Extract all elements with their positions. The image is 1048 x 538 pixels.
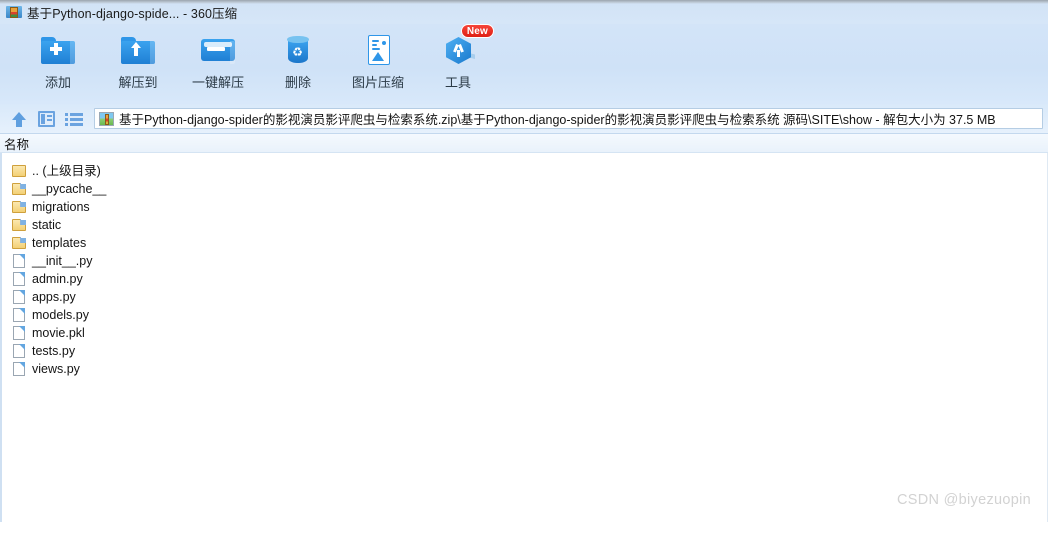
- address-input[interactable]: 基于Python-django-spider的影视演员影评爬虫与检索系统.zip…: [94, 108, 1043, 129]
- table-row[interactable]: tests.py: [2, 342, 1047, 360]
- file-icon: [12, 254, 27, 268]
- table-row[interactable]: admin.py: [2, 270, 1047, 288]
- file-name: templates: [32, 236, 87, 250]
- title-bar: 基于Python-django-spide... - 360压缩: [0, 0, 1048, 24]
- table-row[interactable]: migrations: [2, 198, 1047, 216]
- folder-icon: [12, 182, 27, 196]
- folder-add-icon: [39, 32, 77, 70]
- file-name: apps.py: [32, 290, 76, 304]
- archive-icon: [6, 4, 22, 20]
- column-header: 名称: [0, 133, 1048, 153]
- toolbar-button-tools[interactable]: New 工具: [418, 24, 498, 100]
- file-name: models.py: [32, 308, 89, 322]
- folder-icon: [12, 218, 27, 232]
- file-name: views.py: [32, 362, 80, 376]
- trash-icon: ♻: [279, 32, 317, 70]
- table-row[interactable]: movie.pkl: [2, 324, 1047, 342]
- folder-extract-icon: [119, 32, 157, 70]
- watermark: CSDN @biyezuopin: [897, 492, 1031, 508]
- file-icon: [12, 326, 27, 340]
- table-row[interactable]: views.py: [2, 360, 1047, 378]
- app-window: 基于Python-django-spide... - 360压缩 添加 解压到 …: [0, 0, 1048, 538]
- toolbar-button-image-compress-label: 图片压缩: [351, 75, 404, 90]
- toolbar-button-delete[interactable]: ♻ 删除: [258, 24, 338, 100]
- table-row[interactable]: .. (上级目录): [2, 162, 1047, 180]
- file-icon: [12, 272, 27, 286]
- toolbar-button-image-compress[interactable]: 图片压缩: [338, 24, 418, 100]
- file-list: .. (上级目录) __pycache__ migrations static …: [0, 153, 1048, 522]
- file-name: __init__.py: [32, 254, 93, 268]
- table-row[interactable]: static: [2, 216, 1047, 234]
- view-list-icon[interactable]: [64, 111, 84, 127]
- toolbar-button-add-label: 添加: [44, 75, 71, 90]
- column-header-name[interactable]: 名称: [0, 134, 260, 153]
- table-row[interactable]: models.py: [2, 306, 1047, 324]
- folder-icon: [12, 164, 27, 178]
- table-row[interactable]: apps.py: [2, 288, 1047, 306]
- toolbar-button-tools-label: 工具: [444, 75, 471, 90]
- file-name: admin.py: [32, 272, 83, 286]
- toolbar-button-delete-label: 删除: [284, 75, 311, 90]
- new-badge: New: [460, 24, 494, 38]
- address-bar: 基于Python-django-spider的影视演员影评爬虫与检索系统.zip…: [0, 104, 1048, 133]
- file-icon: [12, 290, 27, 304]
- file-name: .. (上级目录): [32, 164, 101, 178]
- image-compress-icon: [359, 32, 397, 70]
- toolbar-button-extract-to-label: 解压到: [118, 75, 158, 90]
- address-path-text: 基于Python-django-spider的影视演员影评爬虫与检索系统.zip…: [119, 113, 996, 127]
- window-title: 基于Python-django-spide... - 360压缩: [27, 6, 238, 21]
- toolbar-button-add[interactable]: 添加: [18, 24, 98, 100]
- toolbar-button-onekey-extract-label: 一键解压: [191, 75, 244, 90]
- folder-icon: [12, 236, 27, 250]
- toolbar-button-extract-to[interactable]: 解压到: [98, 24, 178, 100]
- table-row[interactable]: templates: [2, 234, 1047, 252]
- toolbar-button-onekey-extract[interactable]: 一键解压: [178, 24, 258, 100]
- view-detail-icon[interactable]: [36, 109, 58, 129]
- table-row[interactable]: __pycache__: [2, 180, 1047, 198]
- folder-onekey-icon: [199, 32, 237, 70]
- file-icon: [12, 308, 27, 322]
- table-row[interactable]: __init__.py: [2, 252, 1047, 270]
- folder-icon: [12, 200, 27, 214]
- file-name: migrations: [32, 200, 90, 214]
- file-name: movie.pkl: [32, 326, 85, 340]
- arrow-up-icon[interactable]: [8, 108, 30, 130]
- archive-file-icon: [99, 111, 114, 126]
- file-name: tests.py: [32, 344, 76, 358]
- file-name: static: [32, 218, 62, 232]
- file-icon: [12, 344, 27, 358]
- file-icon: [12, 362, 27, 376]
- file-name: __pycache__: [32, 182, 107, 196]
- toolbar: 添加 解压到 一键解压 ♻ 删除 图片压缩 New 工具: [0, 24, 1048, 104]
